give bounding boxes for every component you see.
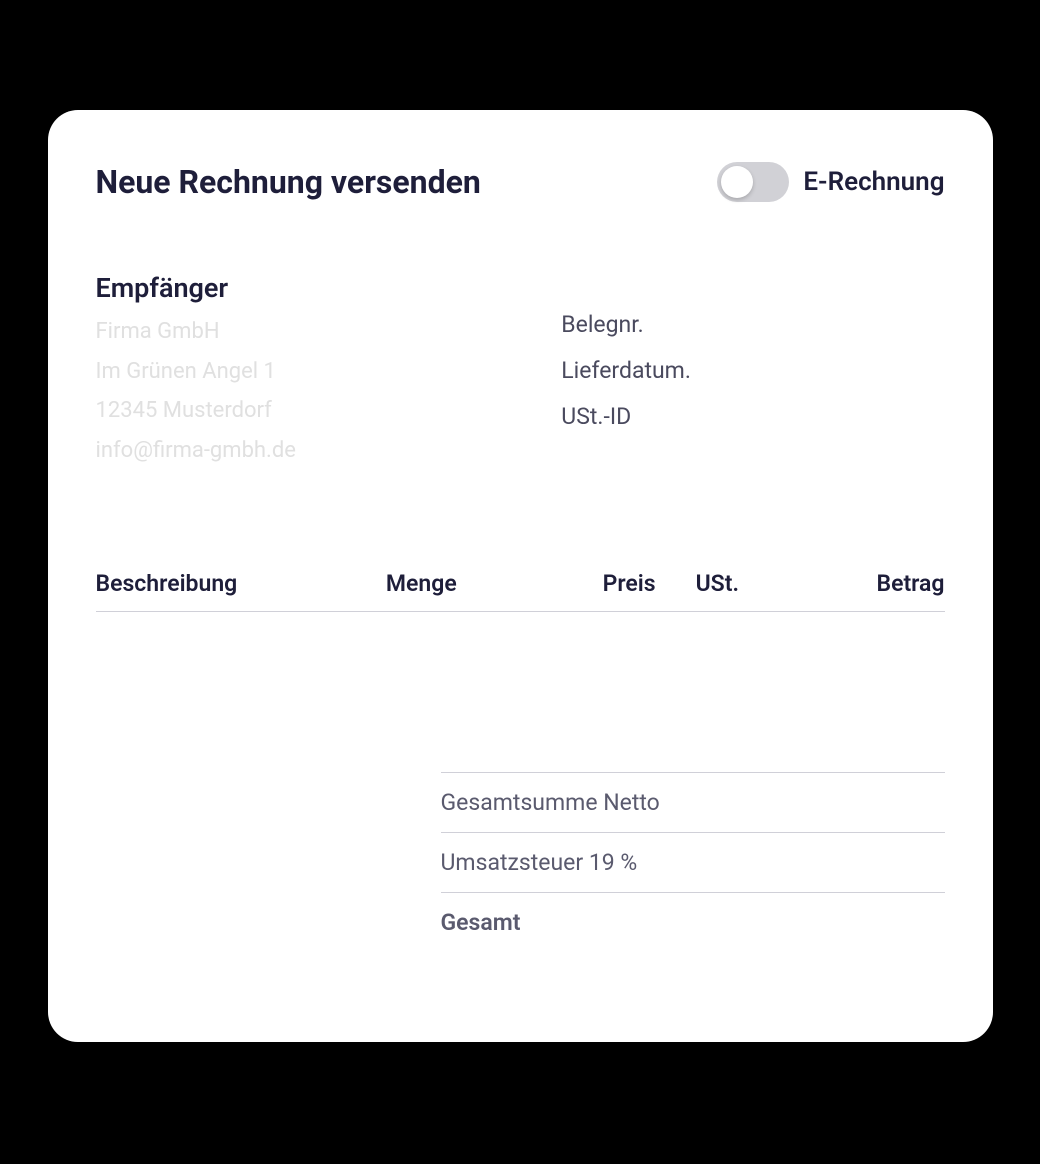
- recipient-placeholder-lines[interactable]: Firma GmbH Im Grünen Angel 1 12345 Muste…: [96, 312, 522, 470]
- recipient-line: info@firma-gmbh.de: [96, 431, 522, 471]
- page-title: Neue Rechnung versenden: [96, 163, 481, 201]
- line-items-empty-area[interactable]: [96, 612, 945, 772]
- recipient-heading: Empfänger: [96, 272, 522, 304]
- card-header: Neue Rechnung versenden E-Rechnung: [96, 162, 945, 202]
- recipient-line: 12345 Musterdorf: [96, 391, 522, 431]
- col-price: Preis: [531, 570, 655, 597]
- recipient-line: Firma GmbH: [96, 312, 522, 352]
- col-description: Beschreibung: [96, 570, 386, 597]
- vat-id-label: USt.-ID: [561, 394, 944, 440]
- total-net: Gesamtsumme Netto: [441, 772, 945, 832]
- col-vat: USt.: [656, 570, 800, 597]
- toggle-knob: [721, 166, 753, 198]
- total-vat: Umsatzsteuer 19 %: [441, 832, 945, 892]
- recipient-line: Im Grünen Angel 1: [96, 352, 522, 392]
- col-amount: Betrag: [799, 570, 944, 597]
- e-invoice-toggle[interactable]: [717, 162, 789, 202]
- info-section: Empfänger Firma GmbH Im Grünen Angel 1 1…: [96, 272, 945, 470]
- col-quantity: Menge: [386, 570, 531, 597]
- invoice-card: Neue Rechnung versenden E-Rechnung Empfä…: [48, 110, 993, 1042]
- line-items-header: Beschreibung Menge Preis USt. Betrag: [96, 570, 945, 612]
- e-invoice-toggle-label: E-Rechnung: [803, 167, 944, 197]
- delivery-date-label: Lieferdatum.: [561, 348, 944, 394]
- meta-block: Belegnr. Lieferdatum. USt.-ID: [561, 272, 944, 470]
- total-grand: Gesamt: [441, 892, 945, 952]
- e-invoice-toggle-wrap: E-Rechnung: [717, 162, 944, 202]
- recipient-block: Empfänger Firma GmbH Im Grünen Angel 1 1…: [96, 272, 522, 470]
- totals-block: Gesamtsumme Netto Umsatzsteuer 19 % Gesa…: [441, 772, 945, 952]
- doc-number-label: Belegnr.: [561, 302, 944, 348]
